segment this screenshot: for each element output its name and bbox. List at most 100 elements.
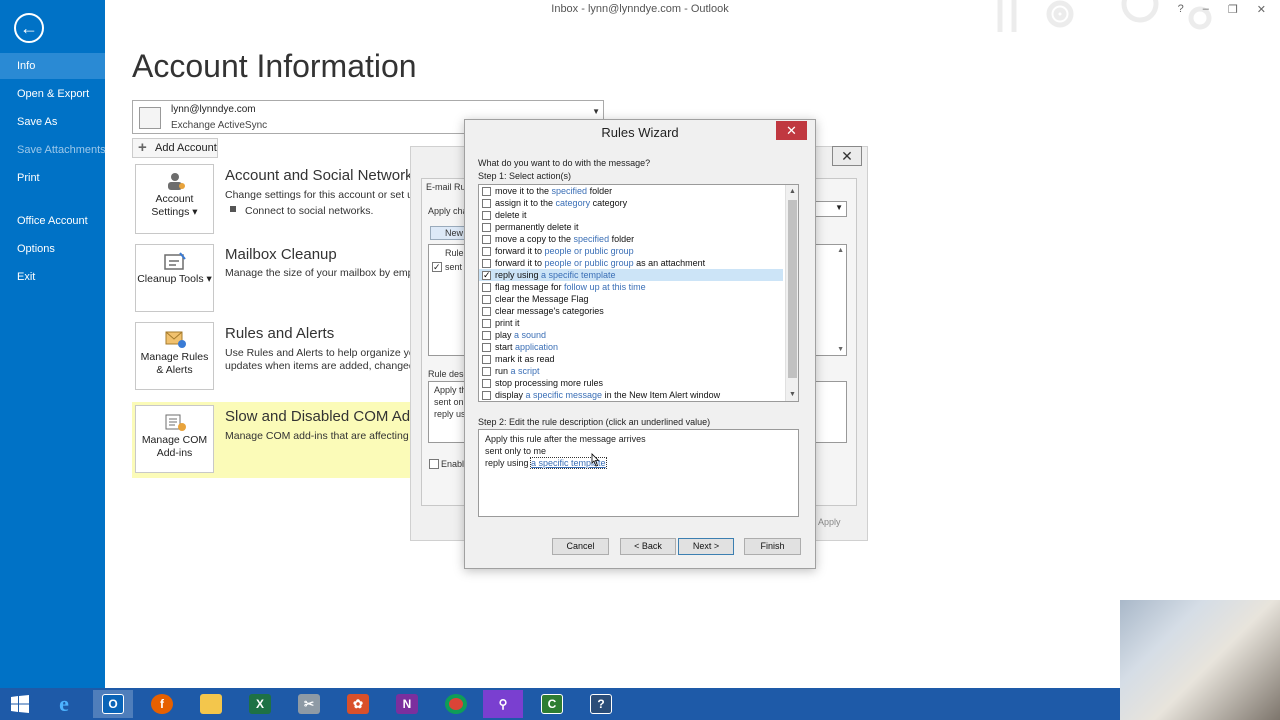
social-networks-link[interactable]: Connect to social networks.: [245, 205, 373, 217]
outlook-icon[interactable]: O: [93, 690, 133, 718]
minimize-icon[interactable]: –: [1203, 3, 1209, 16]
action-link[interactable]: people or public group: [545, 258, 634, 268]
nav-item-options[interactable]: Options: [0, 236, 105, 262]
action-checkbox[interactable]: [482, 379, 491, 388]
action-link[interactable]: specified: [574, 234, 610, 244]
action-checkbox[interactable]: [482, 235, 491, 244]
apply-changes-label: Apply cha: [428, 206, 468, 216]
action-checkbox[interactable]: [482, 283, 491, 292]
action-text-suffix: category: [590, 198, 628, 208]
action-checkbox[interactable]: [482, 259, 491, 268]
text-cursor-icon: [591, 453, 600, 467]
scroll-down-icon[interactable]: ▼: [837, 346, 844, 353]
action-item[interactable]: move it to the specified folder: [479, 185, 783, 197]
internet-explorer-icon[interactable]: e: [44, 690, 84, 718]
rule-item[interactable]: sent: [445, 262, 462, 272]
action-checkbox[interactable]: [482, 331, 491, 340]
cancel-button[interactable]: Cancel: [552, 538, 609, 555]
action-link[interactable]: a specific message: [526, 390, 603, 400]
action-item[interactable]: start application: [479, 341, 783, 353]
windows-start-icon[interactable]: [0, 690, 40, 718]
action-link[interactable]: application: [515, 342, 558, 352]
action-item[interactable]: display a specific message in the New It…: [479, 389, 783, 401]
action-item[interactable]: assign it to the category category: [479, 197, 783, 209]
action-item[interactable]: delete it: [479, 209, 783, 221]
action-checkbox[interactable]: [482, 199, 491, 208]
action-checkbox[interactable]: [482, 391, 491, 400]
apply-changes-dropdown[interactable]: ▼: [815, 201, 847, 217]
help-app-icon[interactable]: ?: [581, 690, 621, 718]
close-icon[interactable]: ✕: [832, 146, 862, 166]
rule-checkbox[interactable]: ✓: [432, 262, 442, 272]
action-checkbox[interactable]: [482, 343, 491, 352]
action-checkbox[interactable]: [482, 269, 491, 281]
add-account-button[interactable]: + Add Account: [132, 138, 218, 158]
action-item[interactable]: forward it to people or public group as …: [479, 257, 783, 269]
action-item[interactable]: flag message for follow up at this time: [479, 281, 783, 293]
nav-item-print[interactable]: Print: [0, 165, 105, 191]
finish-button[interactable]: Finish: [744, 538, 801, 555]
email-rules-tab[interactable]: E-mail Ru: [426, 182, 466, 192]
action-checkbox[interactable]: [482, 307, 491, 316]
excel-icon[interactable]: X: [240, 690, 280, 718]
scroll-down-icon[interactable]: ▼: [786, 388, 798, 401]
cleanup-tools-tile[interactable]: Cleanup Tools ▾: [135, 244, 214, 312]
action-item[interactable]: run a script: [479, 365, 783, 377]
back-arrow-icon[interactable]: ←: [14, 13, 44, 43]
close-icon[interactable]: ✕: [776, 121, 807, 140]
action-checkbox[interactable]: [482, 187, 491, 196]
action-checkbox[interactable]: [482, 223, 491, 232]
action-item[interactable]: forward it to people or public group: [479, 245, 783, 257]
action-link[interactable]: a specific template: [541, 270, 616, 280]
action-link[interactable]: a sound: [514, 330, 546, 340]
scrollbar-thumb[interactable]: [788, 200, 797, 378]
help-icon[interactable]: ?: [1178, 3, 1184, 16]
action-checkbox[interactable]: [482, 319, 491, 328]
action-checkbox[interactable]: [482, 295, 491, 304]
action-item[interactable]: clear the Message Flag: [479, 293, 783, 305]
action-item[interactable]: print it: [479, 317, 783, 329]
action-item[interactable]: reply using a specific template: [479, 269, 783, 281]
account-settings-tile[interactable]: Account Settings ▾: [135, 164, 214, 234]
nav-item-office-account[interactable]: Office Account: [0, 208, 105, 234]
back-button[interactable]: < Back: [620, 538, 676, 555]
nav-item-open-export[interactable]: Open & Export: [0, 81, 105, 107]
manage-com-tile[interactable]: Manage COM Add-ins: [135, 405, 214, 473]
action-checkbox[interactable]: [482, 211, 491, 220]
enable-checkbox[interactable]: [429, 459, 439, 469]
firefox-icon[interactable]: f: [142, 690, 182, 718]
action-link[interactable]: category: [556, 198, 591, 208]
action-item[interactable]: play a sound: [479, 329, 783, 341]
magnifier-icon[interactable]: ⚲: [483, 690, 523, 718]
scroll-up-icon[interactable]: ▲: [786, 185, 798, 198]
chrome-icon[interactable]: [436, 690, 476, 718]
action-item[interactable]: move a copy to the specified folder: [479, 233, 783, 245]
file-explorer-icon[interactable]: [191, 690, 231, 718]
action-item[interactable]: stop processing more rules: [479, 377, 783, 389]
app-orange-icon[interactable]: ✿: [338, 690, 378, 718]
action-link[interactable]: follow up at this time: [564, 282, 646, 292]
action-checkbox[interactable]: [482, 367, 491, 376]
action-item[interactable]: mark it as read: [479, 353, 783, 365]
close-icon[interactable]: ✕: [1257, 3, 1266, 16]
onenote-icon[interactable]: N: [387, 690, 427, 718]
manage-rules-tile[interactable]: Manage Rules & Alerts: [135, 322, 214, 390]
action-text: forward it to: [495, 246, 545, 256]
camtasia-icon[interactable]: C: [532, 690, 572, 718]
action-text: display: [495, 390, 526, 400]
nav-item-info[interactable]: Info: [0, 53, 105, 79]
action-link[interactable]: specified: [552, 186, 588, 196]
restore-icon[interactable]: ❐: [1228, 3, 1238, 16]
action-checkbox[interactable]: [482, 355, 491, 364]
actions-scrollbar[interactable]: ▲ ▼: [785, 185, 798, 401]
next-button[interactable]: Next >: [678, 538, 734, 555]
action-item[interactable]: permanently delete it: [479, 221, 783, 233]
nav-item-save-as[interactable]: Save As: [0, 109, 105, 135]
action-link[interactable]: people or public group: [545, 246, 634, 256]
action-checkbox[interactable]: [482, 247, 491, 256]
scroll-up-icon[interactable]: ▲: [837, 247, 844, 254]
snipping-tool-icon[interactable]: ✂: [289, 690, 329, 718]
action-link[interactable]: a script: [511, 366, 540, 376]
nav-item-exit[interactable]: Exit: [0, 264, 105, 290]
action-item[interactable]: clear message's categories: [479, 305, 783, 317]
